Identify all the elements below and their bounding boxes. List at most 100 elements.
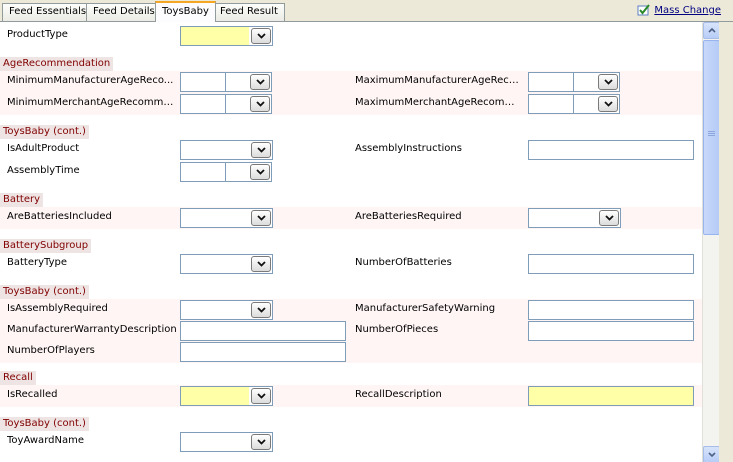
tab-bar: Feed Essentials Feed Details ToysBaby Fe… <box>0 0 733 22</box>
chevron-down-icon[interactable] <box>251 28 271 44</box>
label-mfr-warranty-description: ManufacturerWarrantyDescription <box>7 324 177 335</box>
window-edge <box>719 22 733 462</box>
section-title: ToysBaby (cont.) <box>0 285 89 299</box>
number-of-batteries-input[interactable] <box>528 254 694 274</box>
mfr-safety-warning-input[interactable] <box>528 300 694 320</box>
min-mfr-age-input[interactable] <box>180 72 273 92</box>
row-mfr-age: MinimumManufacturerAgeReco... MaximumMan… <box>0 71 702 93</box>
tab-feed-result[interactable]: Feed Result <box>213 3 285 21</box>
row-batteries: AreBatteriesIncluded AreBatteriesRequire… <box>0 207 702 229</box>
number-of-players-input[interactable] <box>180 342 346 362</box>
label-is-adult-product: IsAdultProduct <box>7 143 80 154</box>
tab-toysbaby[interactable]: ToysBaby <box>155 1 216 22</box>
max-mfr-age-input[interactable] <box>528 72 621 92</box>
section-title: ToysBaby (cont.) <box>0 417 89 431</box>
section-title: Recall <box>0 371 36 385</box>
row-is-adult: IsAdultProduct AssemblyInstructions <box>0 139 702 161</box>
label-batteries-required: AreBatteriesRequired <box>355 211 462 222</box>
assembly-instructions-input[interactable] <box>528 140 694 160</box>
min-mfr-age-value[interactable] <box>180 72 226 92</box>
tab-feed-details[interactable]: Feed Details <box>86 3 162 21</box>
mass-change[interactable]: Mass Change <box>637 4 721 16</box>
label-assembly-instructions: AssemblyInstructions <box>355 143 462 154</box>
row-assembly-required: IsAssemblyRequired ManufacturerSafetyWar… <box>0 299 702 321</box>
min-merch-age-unit-select[interactable] <box>226 94 272 114</box>
assembly-time-input[interactable] <box>180 162 273 182</box>
chevron-down-icon[interactable] <box>251 434 271 450</box>
label-is-recalled: IsRecalled <box>7 389 58 400</box>
row-merch-age: MinimumMerchantAgeRecomme... MaximumMerc… <box>0 93 702 115</box>
label-mfr-safety-warning: ManufacturerSafetyWarning <box>355 303 496 314</box>
chevron-down-icon[interactable] <box>251 142 271 158</box>
chevron-down-icon[interactable] <box>250 96 270 112</box>
row-toy-award: ToyAwardName <box>0 431 702 453</box>
section-title: AgeRecommendation <box>0 57 114 71</box>
section-title: Battery <box>0 193 44 207</box>
product-type-select[interactable] <box>180 26 273 46</box>
max-mfr-age-unit-select[interactable] <box>574 72 620 92</box>
chevron-down-icon[interactable] <box>250 74 270 90</box>
form-content: ProductType AgeRecommendation MinimumMan… <box>0 22 702 462</box>
row-warranty: ManufacturerWarrantyDescription NumberOf… <box>0 320 702 342</box>
row-product-type: ProductType <box>0 25 702 47</box>
recall-description-input[interactable] <box>528 386 694 406</box>
number-of-pieces-input[interactable] <box>528 321 694 341</box>
chevron-down-icon[interactable] <box>598 74 618 90</box>
check-edit-icon <box>637 4 651 16</box>
label-number-of-batteries: NumberOfBatteries <box>355 257 452 268</box>
label-number-of-players: NumberOfPlayers <box>7 345 95 356</box>
max-merch-age-input[interactable] <box>528 94 621 114</box>
scroll-up-button[interactable] <box>703 22 720 39</box>
scroll-down-button[interactable] <box>703 446 720 462</box>
grip-icon <box>708 131 715 132</box>
max-mfr-age-value[interactable] <box>528 72 574 92</box>
row-recall: IsRecalled RecallDescription <box>0 385 702 407</box>
label-is-assembly-required: IsAssemblyRequired <box>7 303 108 314</box>
label-number-of-pieces: NumberOfPieces <box>355 324 439 335</box>
max-merch-age-unit-select[interactable] <box>574 94 620 114</box>
min-mfr-age-unit-select[interactable] <box>226 72 272 92</box>
is-adult-product-select[interactable] <box>180 140 273 160</box>
batteries-included-select[interactable] <box>180 208 273 228</box>
scroll-thumb[interactable] <box>703 40 720 235</box>
chevron-up-icon <box>708 28 716 33</box>
toysbaby-panel: ProductType AgeRecommendation MinimumMan… <box>0 21 733 462</box>
min-merch-age-value[interactable] <box>180 94 226 114</box>
label-max-merch-age: MaximumMerchantAgeRecomme... <box>355 97 523 108</box>
label-toy-award-name: ToyAwardName <box>7 435 84 446</box>
tab-feed-essentials[interactable]: Feed Essentials <box>2 3 94 21</box>
max-merch-age-value[interactable] <box>528 94 574 114</box>
label-product-type: ProductType <box>7 29 68 40</box>
row-battery-type: BatteryType NumberOfBatteries <box>0 253 702 275</box>
min-merch-age-input[interactable] <box>180 94 273 114</box>
chevron-down-icon[interactable] <box>598 96 618 112</box>
batteries-required-select[interactable] <box>528 208 621 228</box>
label-battery-type: BatteryType <box>7 257 67 268</box>
vertical-scrollbar[interactable] <box>702 22 720 462</box>
section-title: BatterySubgroup <box>0 239 92 253</box>
chevron-down-icon[interactable] <box>251 210 271 226</box>
section-title: ToysBaby (cont.) <box>0 125 89 139</box>
chevron-down-icon[interactable] <box>599 210 619 226</box>
mfr-warranty-description-input[interactable] <box>180 321 346 341</box>
label-min-mfr-age: MinimumManufacturerAgeReco... <box>7 75 174 86</box>
assembly-time-value[interactable] <box>180 162 226 182</box>
chevron-down-icon[interactable] <box>251 388 271 404</box>
toy-award-name-select[interactable] <box>180 432 273 452</box>
chevron-down-icon[interactable] <box>251 256 271 272</box>
chevron-down-icon[interactable] <box>251 302 271 318</box>
chevron-down-icon[interactable] <box>250 164 270 180</box>
label-min-merch-age: MinimumMerchantAgeRecomme... <box>7 97 175 108</box>
mass-change-link[interactable]: Mass Change <box>654 5 721 16</box>
label-max-mfr-age: MaximumManufacturerAgeReco... <box>355 75 523 86</box>
label-assembly-time: AssemblyTime <box>7 165 80 176</box>
label-recall-description: RecallDescription <box>355 389 442 400</box>
battery-type-select[interactable] <box>180 254 273 274</box>
is-assembly-required-select[interactable] <box>180 300 273 320</box>
is-recalled-select[interactable] <box>180 386 273 406</box>
label-batteries-included: AreBatteriesIncluded <box>7 211 112 222</box>
chevron-down-icon <box>708 452 716 457</box>
row-players: NumberOfPlayers <box>0 341 702 363</box>
row-assembly-time: AssemblyTime <box>0 161 702 183</box>
assembly-time-unit-select[interactable] <box>226 162 272 182</box>
